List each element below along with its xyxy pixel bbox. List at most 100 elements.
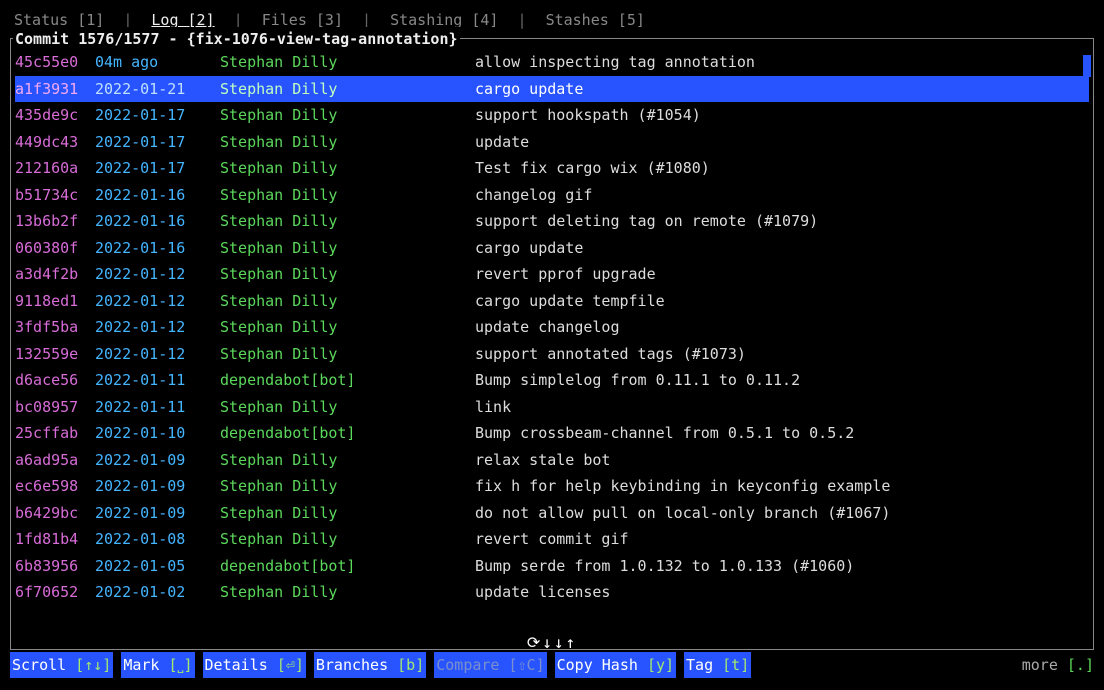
commit-hash: 132559e [15,342,95,366]
action-mark[interactable]: Mark [˽] [121,652,194,678]
commit-hash: 435de9c [15,103,95,127]
commit-hash: d6ace56 [15,368,95,392]
action-compare: Compare [⇧C] [434,652,546,678]
commit-hash: 6f70652 [15,580,95,604]
commit-author: Stephan Dilly [220,262,475,286]
commit-author: dependabot[bot] [220,554,475,578]
commit-date: 2022-01-12 [95,342,220,366]
commit-date: 2022-01-12 [95,315,220,339]
commit-date: 2022-01-05 [95,554,220,578]
commit-row[interactable]: 132559e 2022-01-12 Stephan Dilly support… [15,341,1089,368]
commit-date: 2022-01-12 [95,289,220,313]
commit-row[interactable]: 212160a 2022-01-17 Stephan Dilly Test fi… [15,155,1089,182]
tab-stashes[interactable]: Stashes [5] [546,11,645,29]
commit-author: dependabot[bot] [220,421,475,445]
commit-list[interactable]: 45c55e0 04m ago Stephan Dilly allow insp… [15,49,1089,606]
commit-hash: b51734c [15,183,95,207]
commit-date: 2022-01-09 [95,448,220,472]
commit-hash: 6b83956 [15,554,95,578]
commit-row[interactable]: ec6e598 2022-01-09 Stephan Dilly fix h f… [15,473,1089,500]
commit-message: relax stale bot [475,448,610,472]
commit-message: support deleting tag on remote (#1079) [475,209,818,233]
commit-hash: a1f3931 [15,77,95,101]
commit-row[interactable]: a3d4f2b 2022-01-12 Stephan Dilly revert … [15,261,1089,288]
commit-row[interactable]: 9118ed1 2022-01-12 Stephan Dilly cargo u… [15,288,1089,315]
commit-row[interactable]: a1f3931 2022-01-21 Stephan Dilly cargo u… [15,76,1089,103]
commit-author: Stephan Dilly [220,77,475,101]
commit-row[interactable]: 1fd81b4 2022-01-08 Stephan Dilly revert … [15,526,1089,553]
commit-hash: 060380f [15,236,95,260]
commit-date: 2022-01-17 [95,130,220,154]
commit-message: support annotated tags (#1073) [475,342,746,366]
commit-hash: 9118ed1 [15,289,95,313]
commit-hash: 449dc43 [15,130,95,154]
commit-hash: 25cffab [15,421,95,445]
commit-author: Stephan Dilly [220,236,475,260]
commit-hash: 212160a [15,156,95,180]
commit-author: Stephan Dilly [220,130,475,154]
commit-row[interactable]: 25cffab 2022-01-10 dependabot[bot] Bump … [15,420,1089,447]
commit-row[interactable]: 13b6b2f 2022-01-16 Stephan Dilly support… [15,208,1089,235]
commit-hash: 3fdf5ba [15,315,95,339]
commit-message: changelog gif [475,183,592,207]
commit-author: Stephan Dilly [220,103,475,127]
commit-hash: ec6e598 [15,474,95,498]
commit-row[interactable]: a6ad95a 2022-01-09 Stephan Dilly relax s… [15,447,1089,474]
commit-date: 2022-01-16 [95,236,220,260]
commit-message: Bump serde from 1.0.132 to 1.0.133 (#106… [475,554,854,578]
action-copy-hash[interactable]: Copy Hash [y] [555,652,676,678]
bottom-bar: ⟳↓↓↑ Scroll [↑↓] Mark [˽] Details [⏎] Br… [10,652,1094,678]
commit-hash: 1fd81b4 [15,527,95,551]
commit-hash: a3d4f2b [15,262,95,286]
commit-date: 2022-01-08 [95,527,220,551]
commit-row[interactable]: 45c55e0 04m ago Stephan Dilly allow insp… [15,49,1089,76]
commit-message: update licenses [475,580,610,604]
commit-date: 2022-01-21 [95,77,220,101]
commit-message: cargo update tempfile [475,289,665,313]
commit-message: update [475,130,529,154]
commit-row[interactable]: b6429bc 2022-01-09 Stephan Dilly do not … [15,500,1089,527]
commit-author: Stephan Dilly [220,501,475,525]
action-details[interactable]: Details [⏎] [203,652,306,678]
commit-date: 2022-01-12 [95,262,220,286]
commit-hash: 13b6b2f [15,209,95,233]
commit-author: Stephan Dilly [220,156,475,180]
commit-row[interactable]: bc08957 2022-01-11 Stephan Dilly link [15,394,1089,421]
commit-row[interactable]: 6b83956 2022-01-05 dependabot[bot] Bump … [15,553,1089,580]
commit-row[interactable]: 060380f 2022-01-16 Stephan Dilly cargo u… [15,235,1089,262]
commit-row[interactable]: 3fdf5ba 2022-01-12 Stephan Dilly update … [15,314,1089,341]
commit-log-panel: Commit 1576/1577 - {fix-1076-view-tag-an… [10,38,1094,650]
commit-message: cargo update [475,77,583,101]
commit-hash: a6ad95a [15,448,95,472]
commit-date: 2022-01-16 [95,183,220,207]
commit-row[interactable]: d6ace56 2022-01-11 dependabot[bot] Bump … [15,367,1089,394]
commit-date: 2022-01-09 [95,501,220,525]
commit-message: revert pprof upgrade [475,262,656,286]
commit-row[interactable]: b51734c 2022-01-16 Stephan Dilly changel… [15,182,1089,209]
commit-row[interactable]: 435de9c 2022-01-17 Stephan Dilly support… [15,102,1089,129]
commit-date: 2022-01-11 [95,395,220,419]
commit-message: Bump crossbeam-channel from 0.5.1 to 0.5… [475,421,854,445]
commit-date: 2022-01-02 [95,580,220,604]
action-branches[interactable]: Branches [b] [314,652,426,678]
commit-row[interactable]: 6f70652 2022-01-02 Stephan Dilly update … [15,579,1089,606]
commit-author: Stephan Dilly [220,342,475,366]
commit-message: support hookspath (#1054) [475,103,701,127]
commit-message: fix h for help keybinding in keyconfig e… [475,474,890,498]
commit-date: 2022-01-17 [95,156,220,180]
commit-date: 04m ago [95,50,220,74]
action-more[interactable]: more [.] [1022,653,1094,677]
commit-hash: 45c55e0 [15,50,95,74]
commit-author: Stephan Dilly [220,183,475,207]
commit-message: cargo update [475,236,583,260]
commit-date: 2022-01-11 [95,368,220,392]
commit-row[interactable]: 449dc43 2022-01-17 Stephan Dilly update [15,129,1089,156]
action-scroll[interactable]: Scroll [↑↓] [10,652,113,678]
commit-author: Stephan Dilly [220,315,475,339]
commit-author: Stephan Dilly [220,580,475,604]
commit-hash: b6429bc [15,501,95,525]
action-tag[interactable]: Tag [t] [684,652,751,678]
commit-author: Stephan Dilly [220,395,475,419]
async-spinner-icon: ⟳↓↓↑ [527,630,577,656]
commit-date: 2022-01-09 [95,474,220,498]
